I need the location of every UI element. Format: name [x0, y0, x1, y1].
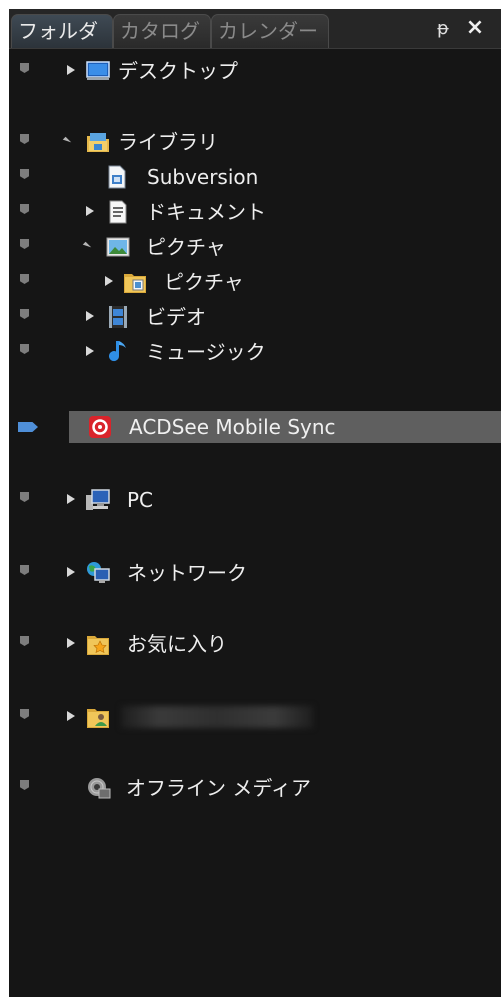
- favorites-folder-icon: [85, 631, 111, 657]
- row-marker[interactable]: [20, 204, 29, 214]
- row-marker[interactable]: [20, 492, 29, 502]
- redacted-label: [121, 706, 313, 728]
- tree-item-subversion[interactable]: Subversion: [9, 161, 501, 193]
- folder-panel: フォルダ カタログ カレンダー ᵽ × デスクトップ ライブラリ Subvers…: [9, 9, 501, 997]
- tree-item-music[interactable]: ミュージック: [9, 336, 501, 368]
- tree-item-label: PC: [127, 488, 154, 512]
- tree-item-network[interactable]: ネットワーク: [9, 557, 501, 589]
- collapse-arrow-icon[interactable]: [62, 136, 72, 146]
- row-marker[interactable]: [20, 636, 29, 646]
- expand-arrow-icon[interactable]: [86, 346, 94, 356]
- collapse-arrow-icon[interactable]: [82, 241, 92, 251]
- music-note-icon: [105, 339, 131, 365]
- tree-item-acdsee-mobile-sync[interactable]: ACDSee Mobile Sync: [9, 411, 501, 443]
- pin-icon[interactable]: ᵽ: [433, 15, 453, 43]
- user-folder-icon: [85, 704, 111, 730]
- expand-arrow-icon[interactable]: [67, 711, 75, 721]
- expand-arrow-icon[interactable]: [86, 206, 94, 216]
- tree-item-label: ACDSee Mobile Sync: [129, 415, 336, 439]
- tree-item-label: お気に入り: [127, 632, 227, 656]
- tree-item-label: Subversion: [147, 165, 259, 189]
- video-icon: [105, 304, 131, 330]
- tree-item-offline-media[interactable]: オフライン メディア: [9, 772, 501, 804]
- tree-item-library[interactable]: ライブラリ: [9, 126, 501, 158]
- row-marker[interactable]: [20, 780, 29, 790]
- tab-catalog[interactable]: カタログ: [113, 14, 211, 48]
- tree-item-label: ネットワーク: [127, 561, 247, 585]
- row-marker[interactable]: [20, 134, 29, 144]
- tree-item-pictures-folder[interactable]: ピクチャ: [9, 266, 501, 298]
- tree-item-label: オフライン メディア: [126, 776, 311, 800]
- tree-item-label: ピクチャ: [146, 235, 226, 259]
- tree-item-label: ピクチャ: [164, 270, 244, 294]
- tree-item-desktop[interactable]: デスクトップ: [9, 55, 501, 87]
- offline-media-icon: [86, 775, 112, 801]
- desktop-icon: [85, 58, 111, 84]
- tree-item-user-folder[interactable]: [9, 701, 501, 733]
- tree-item-label: ドキュメント: [146, 200, 266, 224]
- document-icon: [104, 164, 130, 190]
- tab-bar: フォルダ カタログ カレンダー ᵽ ×: [9, 9, 501, 49]
- expand-arrow-icon[interactable]: [67, 638, 75, 648]
- row-marker[interactable]: [20, 344, 29, 354]
- documents-icon: [105, 199, 131, 225]
- close-icon[interactable]: ×: [463, 14, 487, 42]
- library-icon: [85, 129, 111, 155]
- expand-arrow-icon[interactable]: [67, 567, 75, 577]
- tree-item-pc[interactable]: PC: [9, 484, 501, 516]
- expand-arrow-icon[interactable]: [105, 276, 113, 286]
- tree-item-videos[interactable]: ビデオ: [9, 301, 501, 333]
- row-marker[interactable]: [20, 239, 29, 249]
- tree-item-pictures[interactable]: ピクチャ: [9, 231, 501, 263]
- tab-folders[interactable]: フォルダ: [11, 14, 113, 48]
- row-marker[interactable]: [20, 169, 29, 179]
- computer-icon: [85, 487, 111, 513]
- row-marker[interactable]: [20, 309, 29, 319]
- row-marker[interactable]: [20, 709, 29, 719]
- pictures-folder-icon: [122, 269, 148, 295]
- expand-arrow-icon[interactable]: [67, 65, 75, 75]
- tree-item-label: デスクトップ: [118, 59, 238, 83]
- tab-calendar[interactable]: カレンダー: [211, 14, 329, 48]
- expand-arrow-icon[interactable]: [67, 494, 75, 504]
- tree-item-documents[interactable]: ドキュメント: [9, 196, 501, 228]
- row-marker[interactable]: [20, 565, 29, 575]
- tree-item-label: ビデオ: [146, 305, 206, 329]
- expand-arrow-icon[interactable]: [86, 311, 94, 321]
- tree-item-label: ライブラリ: [118, 130, 218, 154]
- row-marker[interactable]: [20, 274, 29, 284]
- tree-item-label: ミュージック: [146, 340, 266, 364]
- row-marker[interactable]: [20, 63, 29, 73]
- acdsee-sync-icon: [87, 414, 113, 440]
- row-marker[interactable]: [18, 422, 38, 432]
- pictures-icon: [105, 234, 131, 260]
- network-icon: [85, 560, 111, 586]
- tree-item-favorites[interactable]: お気に入り: [9, 628, 501, 660]
